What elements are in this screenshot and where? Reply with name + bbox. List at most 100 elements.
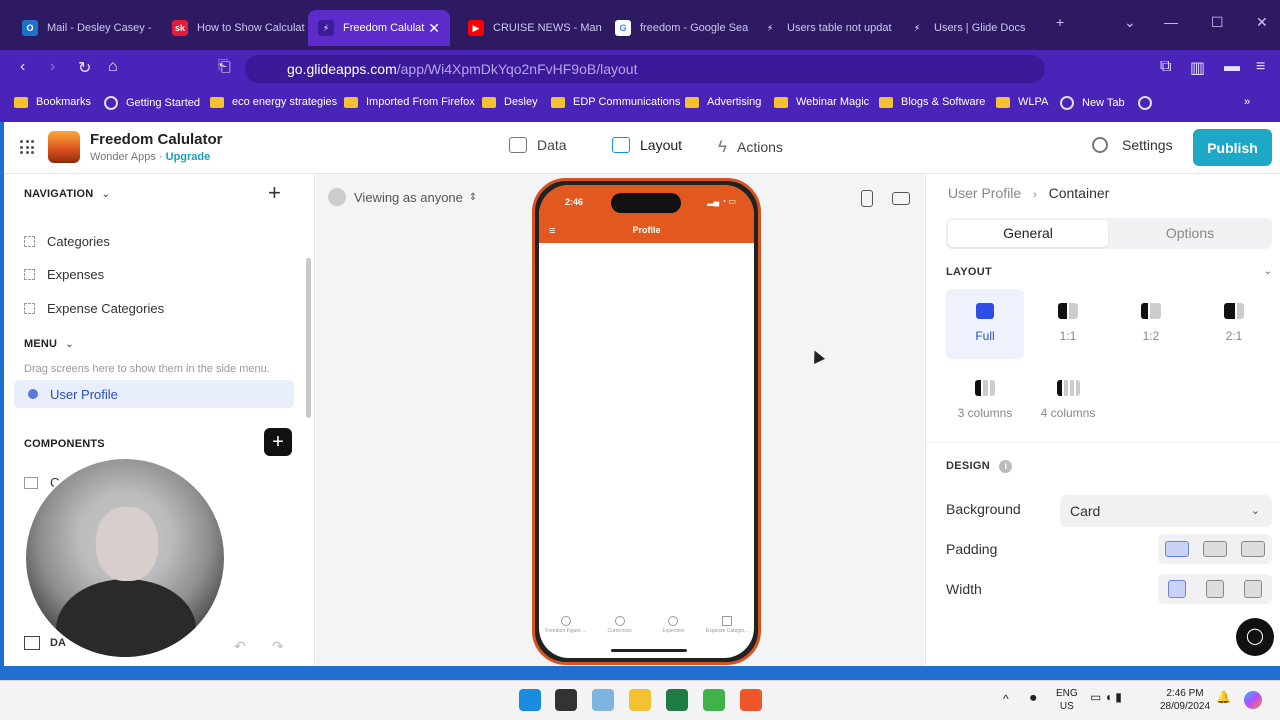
publish-button[interactable]: Publish	[1193, 129, 1272, 166]
tab-users-table[interactable]: ⚡ Users table not updat	[752, 10, 897, 46]
tab-search-icon[interactable]: ⌄	[1124, 14, 1136, 31]
nav-item-expense-categories[interactable]: Expense Categories	[24, 301, 164, 316]
tab-layout[interactable]: Layout	[612, 137, 682, 153]
padding-medium-option[interactable]	[1203, 541, 1227, 557]
bookmark-item[interactable]: eco energy strategies	[210, 96, 337, 108]
upgrade-link[interactable]: Upgrade	[166, 151, 211, 163]
tab-data[interactable]: Data	[509, 137, 567, 153]
network-icon[interactable]: ▭ ◖ ▮	[1090, 691, 1122, 704]
phone-preview[interactable]: 2:46 ▂▄ ◔ ▭ ≡ Profile Freedom Figure ...…	[532, 178, 761, 665]
undo-icon[interactable]: ↶	[234, 638, 246, 655]
tab-freedom-calculator[interactable]: ⚡ Freedom Calulat ✕	[308, 10, 450, 46]
copilot-icon[interactable]	[1244, 691, 1262, 709]
maximize-icon[interactable]: ☐	[1211, 14, 1224, 31]
width-full-option[interactable]	[1168, 580, 1186, 598]
add-component-button[interactable]: +	[264, 428, 292, 456]
tab-cruise-news[interactable]: ▶ CRUISE NEWS - Man	[458, 10, 603, 46]
photos-icon[interactable]	[592, 689, 614, 711]
nav-item-categories[interactable]: Categories	[24, 234, 110, 249]
layout-option-2-1[interactable]: 2:1	[1195, 289, 1273, 359]
more-bookmarks-icon[interactable]: »	[1244, 96, 1250, 108]
tab-google[interactable]: G freedom - Google Sea	[605, 10, 750, 46]
bookmark-item[interactable]: Imported From Firefox	[344, 96, 475, 108]
tab-how-to[interactable]: sk How to Show Calculat	[162, 10, 307, 46]
width-medium-option[interactable]	[1206, 580, 1224, 598]
language-indicator[interactable]: ENG US	[1056, 687, 1078, 713]
bookmark-item[interactable]: Advertising	[685, 96, 761, 108]
clock[interactable]: 2:46 PM 28/09/2024	[1156, 687, 1214, 713]
bookmark-item[interactable]: New Tab	[1060, 96, 1125, 110]
bookmark-item[interactable]	[1138, 96, 1160, 110]
padding-large-option[interactable]	[1241, 541, 1265, 557]
file-explorer-icon[interactable]	[629, 689, 651, 711]
tablet-view-icon[interactable]	[892, 192, 910, 205]
minimize-icon[interactable]: —	[1164, 14, 1178, 30]
url-field[interactable]: go.glideapps.com/app/Wi4XpmDkYqo2nFvHF9o…	[245, 55, 1045, 83]
sidebar-scrollbar[interactable]	[306, 258, 311, 418]
terminal-icon[interactable]	[555, 689, 577, 711]
reload-icon[interactable]: ↻	[78, 58, 91, 78]
nav-item-expenses[interactable]: Expenses	[24, 267, 104, 282]
notification-bell-icon[interactable]: 🔔	[1216, 691, 1231, 704]
settings-button[interactable]: Settings	[1092, 137, 1173, 153]
breadcrumb-parent[interactable]: User Profile	[948, 185, 1021, 201]
data-editor-link[interactable]: DA	[24, 636, 66, 650]
layout-option-1-1[interactable]: 1:1	[1029, 289, 1107, 359]
info-icon[interactable]: i	[999, 460, 1013, 473]
layout-option-4-columns[interactable]: 4 columns	[1029, 366, 1107, 436]
wallet-icon[interactable]: ▬	[1224, 58, 1240, 76]
apps-grid-icon[interactable]	[20, 140, 34, 154]
navigation-header[interactable]: NAVIGATION ⌄	[24, 188, 110, 200]
bookmark-item[interactable]: Webinar Magic	[774, 96, 869, 108]
camtasia-icon[interactable]	[703, 689, 725, 711]
phone-tab[interactable]: Expense Categor...	[701, 616, 753, 634]
phone-tab[interactable]: Expenses	[647, 616, 699, 634]
back-icon[interactable]: ‹	[20, 58, 25, 76]
background-select[interactable]: Card ⌄	[1060, 495, 1272, 527]
tab-mail[interactable]: O Mail - Desley Casey -	[12, 10, 162, 46]
bookmark-icon[interactable]: ⎗	[218, 58, 231, 76]
bookmark-label: Getting Started	[126, 97, 200, 109]
tab-actions[interactable]: ϟ Actions	[718, 137, 783, 157]
padding-none-option[interactable]	[1165, 541, 1189, 557]
tab-general[interactable]: General	[948, 220, 1108, 247]
forward-icon[interactable]: ›	[50, 58, 55, 76]
tray-overflow-icon[interactable]: ^	[1003, 693, 1009, 706]
new-tab-icon[interactable]: +	[1056, 14, 1064, 30]
chevron-down-icon[interactable]: ⌄	[1264, 266, 1272, 277]
home-icon[interactable]: ⌂	[108, 58, 118, 76]
sidebar-icon[interactable]: ▥	[1190, 58, 1205, 78]
menu-item-user-profile[interactable]: User Profile	[14, 380, 294, 408]
excel-icon[interactable]	[666, 689, 688, 711]
bookmark-item[interactable]: WLPA	[996, 96, 1048, 108]
chat-support-icon[interactable]: ◯	[1236, 618, 1274, 656]
add-screen-icon[interactable]: +	[268, 180, 281, 206]
table-icon	[509, 137, 527, 153]
screen-icon	[24, 269, 35, 280]
phone-tab[interactable]: Currencies	[594, 616, 646, 634]
tab-glide-docs[interactable]: ⚡ Users | Glide Docs	[899, 10, 1044, 46]
tab-options[interactable]: Options	[1110, 220, 1270, 247]
bookmark-item[interactable]: EDP Communications	[551, 96, 680, 108]
phone-tab[interactable]: Freedom Figure ...	[540, 616, 592, 634]
extensions-icon[interactable]: ⧉	[1160, 58, 1171, 76]
bookmark-item[interactable]: Bookmarks	[14, 96, 91, 108]
close-window-icon[interactable]: ✕	[1256, 14, 1268, 31]
start-icon[interactable]	[519, 689, 541, 711]
bookmark-item[interactable]: Blogs & Software	[879, 96, 985, 108]
menu-header[interactable]: MENU ⌄	[24, 338, 74, 350]
layout-option-3-columns[interactable]: 3 columns	[946, 366, 1024, 436]
viewing-as-selector[interactable]: Viewing as anyone ⇕	[328, 188, 477, 206]
bookmark-item[interactable]: Getting Started	[104, 96, 200, 110]
brave-browser-icon[interactable]	[740, 689, 762, 711]
close-tab-icon[interactable]: ✕	[428, 20, 440, 37]
phone-view-icon[interactable]	[861, 190, 873, 207]
bookmark-item[interactable]: Desley	[482, 96, 538, 108]
microphone-icon[interactable]: ⏺	[1030, 691, 1037, 704]
phone-screen: 2:46 ▂▄ ◔ ▭ ≡ Profile Freedom Figure ...…	[539, 185, 754, 658]
layout-option-1-2[interactable]: 1:2	[1112, 289, 1190, 359]
width-narrow-option[interactable]	[1244, 580, 1262, 598]
redo-icon[interactable]: ↷	[272, 638, 284, 655]
layout-option-full[interactable]: Full	[946, 289, 1024, 359]
menu-icon[interactable]: ≡	[1256, 58, 1265, 76]
